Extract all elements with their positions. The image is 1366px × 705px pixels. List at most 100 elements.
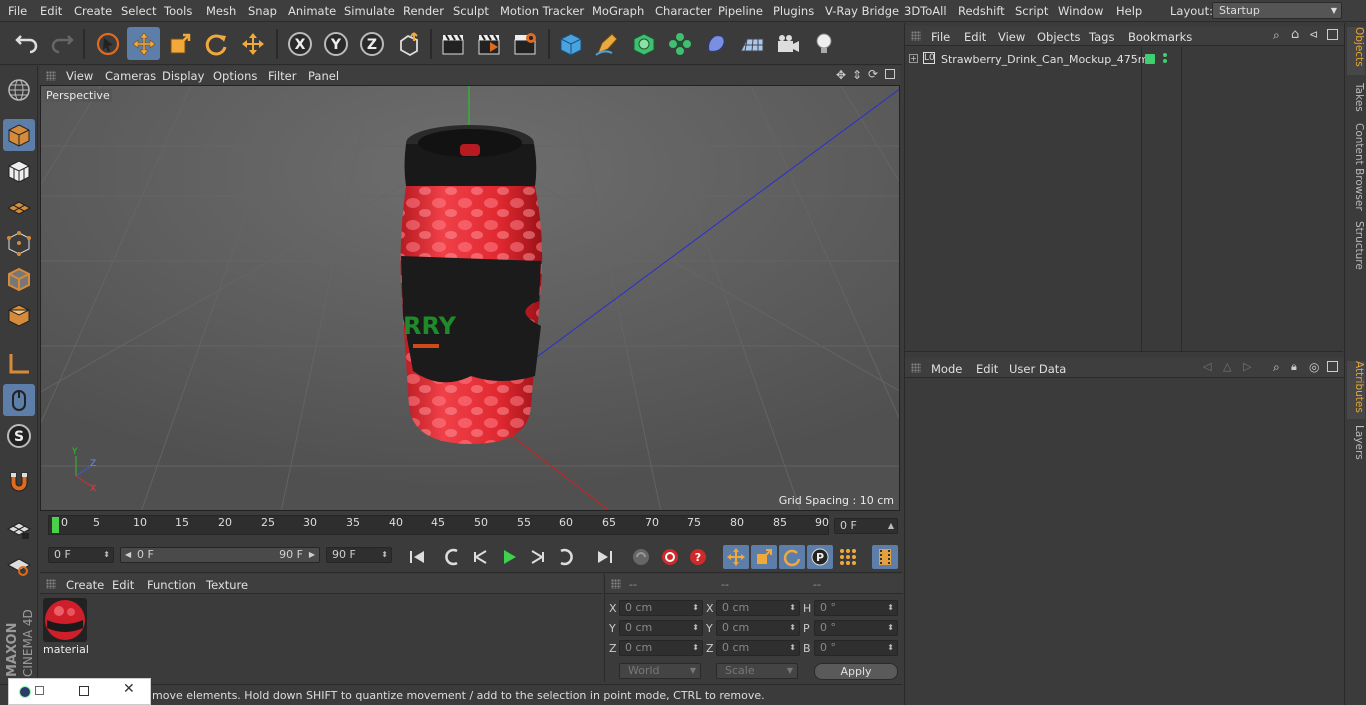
menu-simulate[interactable]: Simulate xyxy=(344,4,395,18)
timeline-ruler[interactable]: 0 5 10 15 20 25 30 35 40 45 50 55 60 65 … xyxy=(48,515,829,535)
menu-tools[interactable]: Tools xyxy=(164,4,192,18)
material-menu-edit[interactable]: Edit xyxy=(112,578,134,592)
menu-character[interactable]: Character xyxy=(655,4,712,18)
restore-icon[interactable] xyxy=(35,686,44,695)
objects-menu-objects[interactable]: Objects xyxy=(1037,30,1080,44)
deformer-button[interactable] xyxy=(699,27,732,60)
menu-animate[interactable]: Animate xyxy=(288,4,336,18)
move-tool-button[interactable] xyxy=(127,27,160,60)
axis-mode-button[interactable] xyxy=(3,348,35,380)
undo-button[interactable] xyxy=(10,27,43,60)
editor-visibility-icon[interactable] xyxy=(1163,53,1167,57)
tab-attributes[interactable]: Attributes xyxy=(1347,361,1365,419)
objects-menu-file[interactable]: File xyxy=(931,30,950,44)
transform-tool-button[interactable] xyxy=(236,27,269,60)
target-icon[interactable]: ◎ xyxy=(1309,360,1319,374)
timeline-window-button[interactable] xyxy=(872,545,898,569)
current-frame-field[interactable]: 0 F ▲ xyxy=(834,518,898,534)
attributes-menu-mode[interactable]: Mode xyxy=(931,362,962,376)
autokeying-button[interactable] xyxy=(657,545,683,569)
edges-mode-button[interactable] xyxy=(3,263,35,295)
next-frame-button[interactable] xyxy=(524,545,550,569)
position-y-field[interactable]: 0 cm ⬍ xyxy=(619,620,703,636)
tab-structure[interactable]: Structure xyxy=(1347,221,1365,273)
size-mode-select[interactable]: Scale ▼ xyxy=(716,663,798,679)
light-button[interactable] xyxy=(807,27,840,60)
cloner-button[interactable] xyxy=(663,27,696,60)
menu-create[interactable]: Create xyxy=(74,4,112,18)
menu-mograph[interactable]: MoGraph xyxy=(592,4,644,18)
render-view-button[interactable] xyxy=(436,27,469,60)
size-y-field[interactable]: 0 cm ⬍ xyxy=(716,620,800,636)
apply-button[interactable]: Apply xyxy=(814,663,898,680)
objects-menu-bookmarks[interactable]: Bookmarks xyxy=(1128,30,1192,44)
rotation-p-field[interactable]: 0 ° ⬍ xyxy=(814,620,898,636)
layout-select[interactable]: Startup ▼ xyxy=(1212,2,1342,19)
menu-sculpt[interactable]: Sculpt xyxy=(453,4,489,18)
viewport-zoom-icon[interactable]: ⇕ xyxy=(852,68,862,82)
camera-button[interactable] xyxy=(771,27,804,60)
new-panel-icon[interactable] xyxy=(1327,361,1338,372)
attributes-menu-edit[interactable]: Edit xyxy=(976,362,998,376)
back-icon[interactable]: ⊲ xyxy=(1309,28,1318,41)
model-mode-button[interactable] xyxy=(3,119,35,151)
menu-select[interactable]: Select xyxy=(121,4,156,18)
size-z-field[interactable]: 0 cm ⬍ xyxy=(716,640,800,656)
material-label[interactable]: material xyxy=(43,643,89,656)
viewport-menu-options[interactable]: Options xyxy=(213,69,257,83)
menu-3dtoall[interactable]: 3DToAll xyxy=(904,4,947,18)
menu-vray-bridge[interactable]: V-Ray Bridge xyxy=(825,4,899,18)
search-icon[interactable]: ⌕ xyxy=(1273,28,1280,43)
search-icon[interactable]: ⌕ xyxy=(1273,360,1280,375)
texture-mode-button[interactable] xyxy=(3,155,35,187)
object-name[interactable]: Strawberry_Drink_Can_Mockup_475ml xyxy=(941,53,1151,66)
frame-range-slider[interactable]: ◀ 0 F 90 F ▶ xyxy=(120,547,320,563)
viewport-move-icon[interactable]: ✥ xyxy=(836,68,846,82)
record-rotation-button[interactable] xyxy=(779,545,805,569)
tab-takes[interactable]: Takes xyxy=(1347,83,1365,117)
floor-button[interactable] xyxy=(735,27,768,60)
x-axis-button[interactable]: X xyxy=(283,27,316,60)
home-icon[interactable]: ⌂ xyxy=(1291,27,1299,42)
nav-up-icon[interactable]: △ xyxy=(1223,360,1231,373)
y-axis-button[interactable]: Y xyxy=(319,27,352,60)
material-menu-function[interactable]: Function xyxy=(147,578,196,592)
subdivision-surface-button[interactable] xyxy=(627,27,660,60)
live-selection-button[interactable] xyxy=(91,27,124,60)
points-mode-button[interactable] xyxy=(3,227,35,259)
coordinate-system-button[interactable] xyxy=(392,27,425,60)
menu-help[interactable]: Help xyxy=(1116,4,1142,18)
record-pla-button[interactable] xyxy=(835,545,861,569)
render-settings-button[interactable] xyxy=(508,27,541,60)
z-axis-button[interactable]: Z xyxy=(355,27,388,60)
tab-content-browser[interactable]: Content Browser xyxy=(1347,123,1365,215)
render-visibility-icon[interactable] xyxy=(1163,59,1167,63)
viewport-menu-panel[interactable]: Panel xyxy=(308,69,339,83)
viewport-menu-display[interactable]: Display xyxy=(162,69,204,83)
maximize-icon[interactable] xyxy=(79,686,89,696)
play-button[interactable] xyxy=(496,545,522,569)
menu-redshift[interactable]: Redshift xyxy=(958,4,1005,18)
3d-viewport[interactable]: RRY Y Z X Perspective Grid Spacing : 10 … xyxy=(40,85,900,511)
menu-script[interactable]: Script xyxy=(1015,4,1048,18)
tweak-mode-button[interactable] xyxy=(3,384,35,416)
objects-menu-view[interactable]: View xyxy=(998,30,1025,44)
menu-snap[interactable]: Snap xyxy=(248,4,277,18)
menu-render[interactable]: Render xyxy=(403,4,444,18)
viewport-maximize-icon[interactable] xyxy=(885,69,895,79)
viewport-rotate-icon[interactable]: ⟳ xyxy=(868,67,878,81)
workplane-mode-button[interactable] xyxy=(3,191,35,223)
position-x-field[interactable]: 0 cm ⬍ xyxy=(619,600,703,616)
rotation-b-field[interactable]: 0 ° ⬍ xyxy=(814,640,898,656)
record-position-button[interactable] xyxy=(723,545,749,569)
workplane-lock-button[interactable] xyxy=(3,512,35,544)
nav-forward-icon[interactable]: ▷ xyxy=(1243,360,1251,373)
viewport-menu-cameras[interactable]: Cameras xyxy=(105,69,156,83)
polygons-mode-button[interactable] xyxy=(3,299,35,331)
redo-button[interactable] xyxy=(45,27,78,60)
previous-key-button[interactable] xyxy=(440,545,466,569)
rotation-h-field[interactable]: 0 ° ⬍ xyxy=(814,600,898,616)
size-x-field[interactable]: 0 cm ⬍ xyxy=(716,600,800,616)
close-icon[interactable]: ✕ xyxy=(123,681,135,697)
render-to-picture-viewer-button[interactable] xyxy=(472,27,505,60)
